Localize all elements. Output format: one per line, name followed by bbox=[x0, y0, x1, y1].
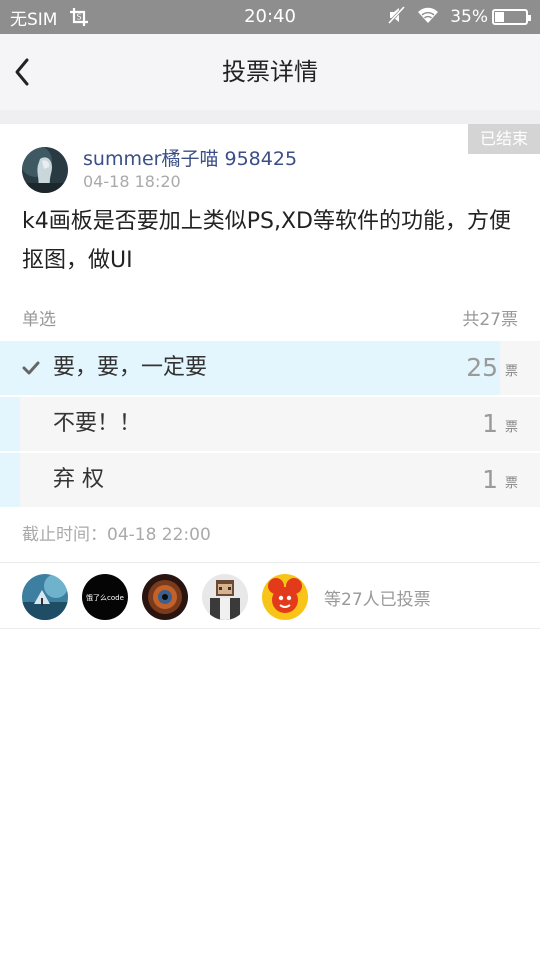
voter-avatar[interactable] bbox=[202, 574, 248, 620]
battery-icon bbox=[492, 9, 531, 25]
divider bbox=[0, 628, 540, 629]
vote-option-unit: 票 bbox=[504, 420, 518, 435]
section-separator bbox=[0, 110, 540, 124]
vote-progress-fill bbox=[0, 397, 20, 451]
status-bar: 无SIM S 20:40 35% bbox=[0, 0, 540, 34]
silent-mode-icon bbox=[386, 5, 406, 30]
chevron-left-icon bbox=[15, 58, 29, 86]
vote-question: k4画板是否要加上类似PS,XD等软件的功能，方便抠图，做UI bbox=[22, 209, 511, 273]
vote-option[interactable]: 要，要，一定要 25 票 bbox=[0, 341, 540, 395]
vote-progress-fill bbox=[0, 453, 20, 507]
vote-deadline: 截止时间：04-18 22:00 bbox=[22, 525, 211, 545]
voter-avatar[interactable] bbox=[22, 574, 68, 620]
voter-avatar[interactable] bbox=[142, 574, 188, 620]
author-name[interactable]: summer橘子喵 958425 bbox=[83, 144, 297, 171]
voter-avatar[interactable] bbox=[262, 574, 308, 620]
page-title: 投票详情 bbox=[222, 58, 318, 86]
vote-option-unit: 票 bbox=[504, 476, 518, 491]
divider bbox=[0, 562, 540, 563]
vote-option-label: 不要！！ bbox=[53, 411, 142, 436]
vote-option-count: 25 bbox=[466, 353, 498, 382]
vote-option-label: 要，要，一定要 bbox=[53, 355, 208, 380]
vote-option-count: 1 bbox=[482, 409, 498, 438]
vote-option-count: 1 bbox=[482, 465, 498, 494]
vote-option-label: 弃 权 bbox=[53, 467, 104, 492]
vote-option[interactable]: 不要！！ 1 票 bbox=[0, 397, 540, 451]
vote-total: 共27票 bbox=[462, 310, 518, 330]
vote-option-unit: 票 bbox=[504, 364, 518, 379]
voter-list[interactable]: 饿了么code 等27人已投票 bbox=[22, 574, 431, 620]
vote-type-label: 单选 bbox=[22, 310, 56, 330]
back-button[interactable] bbox=[6, 50, 46, 94]
status-right: 35% bbox=[386, 0, 531, 34]
wifi-icon bbox=[416, 5, 440, 30]
voters-summary: 等27人已投票 bbox=[324, 589, 431, 610]
status-badge: 已结束 bbox=[464, 124, 540, 154]
author-avatar[interactable] bbox=[22, 147, 68, 193]
vote-options: 要，要，一定要 25 票 不要！！ 1 票 弃 权 1 票 bbox=[0, 341, 540, 509]
voter-avatar-text: 饿了么code bbox=[86, 593, 124, 602]
battery-level bbox=[495, 12, 505, 22]
vote-option[interactable]: 弃 权 1 票 bbox=[0, 453, 540, 507]
nav-bar: 投票详情 bbox=[0, 34, 540, 110]
battery-percent: 35% bbox=[450, 7, 488, 27]
voter-avatar[interactable]: 饿了么code bbox=[82, 574, 128, 620]
checkmark-icon bbox=[22, 359, 40, 377]
post-time: 04-18 18:20 bbox=[83, 172, 181, 191]
